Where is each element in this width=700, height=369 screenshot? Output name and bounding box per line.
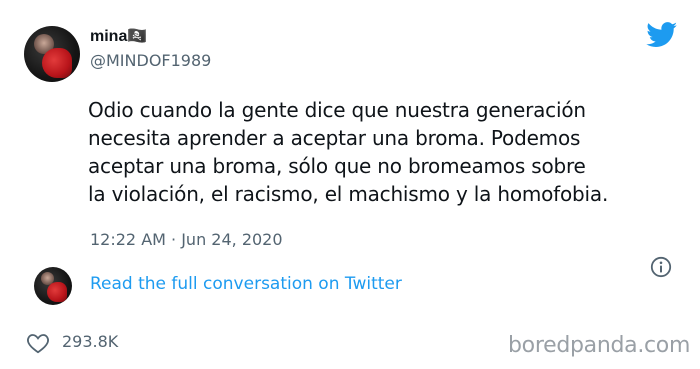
author-handle[interactable]: @MINDOF1989 <box>90 51 211 70</box>
conversation-avatar[interactable] <box>34 267 72 305</box>
tweet-timestamp[interactable]: 12:22 AM · Jun 24, 2020 <box>90 230 283 249</box>
avatar-figure <box>47 282 67 302</box>
read-conversation-link[interactable]: Read the full conversation on Twitter <box>90 274 402 294</box>
tweet-text: Odio cuando la gente dice que nuestra ge… <box>88 98 609 206</box>
author-avatar[interactable] <box>24 26 80 82</box>
avatar-figure <box>42 48 72 78</box>
info-icon[interactable] <box>650 256 672 278</box>
twitter-bird-icon[interactable] <box>646 22 678 48</box>
heart-icon[interactable] <box>26 332 50 354</box>
author-name[interactable]: mina🏴‍☠️ <box>90 26 147 46</box>
like-count: 293.8K <box>62 332 119 351</box>
boredpanda-watermark: boredpanda.com <box>508 333 691 358</box>
